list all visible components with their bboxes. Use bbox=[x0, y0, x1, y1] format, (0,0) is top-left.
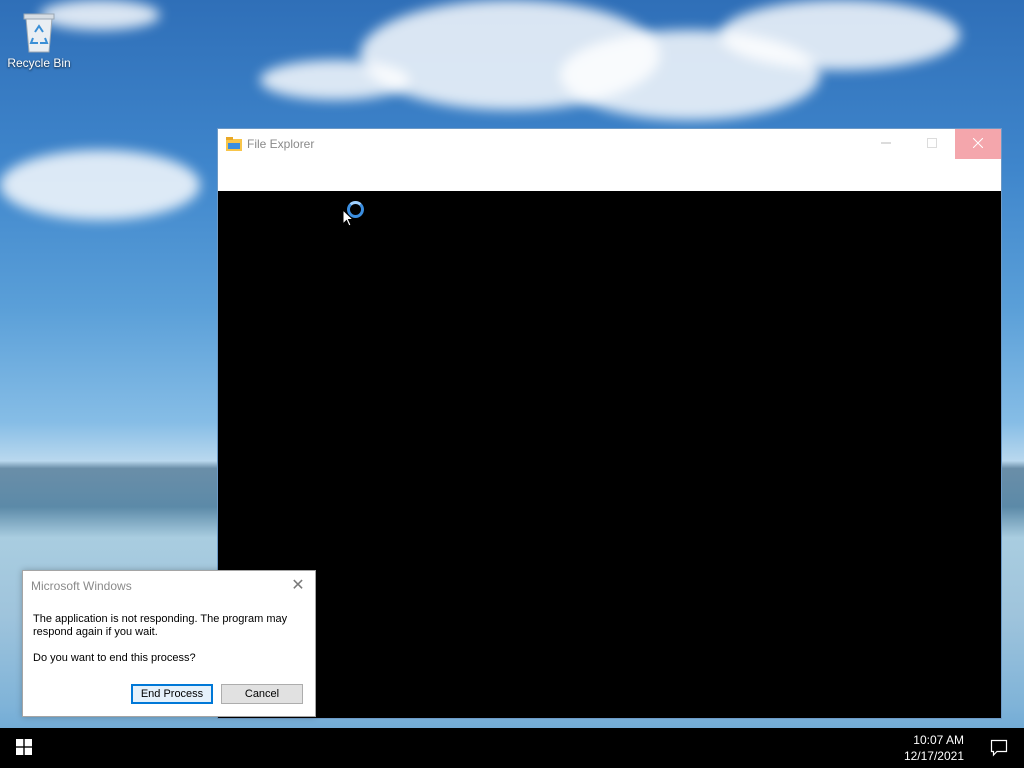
file-explorer-window[interactable]: File Explorer bbox=[217, 128, 1002, 719]
mouse-pointer-icon bbox=[342, 208, 355, 230]
close-icon: ✕ bbox=[291, 577, 305, 594]
window-content-unresponsive bbox=[218, 191, 1001, 718]
close-button[interactable] bbox=[955, 129, 1001, 159]
dialog-close-button[interactable]: ✕ bbox=[285, 573, 311, 597]
taskbar: 10:07 AM 12/17/2021 bbox=[0, 728, 1024, 768]
recycle-bin-icon bbox=[21, 10, 57, 54]
cancel-button[interactable]: Cancel bbox=[221, 684, 303, 704]
folder-icon bbox=[226, 137, 242, 151]
recycle-bin-label: Recycle Bin bbox=[7, 56, 71, 70]
action-center-button[interactable] bbox=[990, 739, 1008, 757]
system-clock[interactable]: 10:07 AM 12/17/2021 bbox=[904, 732, 964, 764]
maximize-icon bbox=[927, 137, 937, 151]
clock-time: 10:07 AM bbox=[913, 733, 964, 747]
window-titlebar[interactable]: File Explorer bbox=[218, 129, 1001, 191]
end-process-button[interactable]: End Process bbox=[131, 684, 213, 704]
action-center-icon bbox=[990, 739, 1008, 760]
maximize-button[interactable] bbox=[909, 129, 955, 159]
minimize-icon bbox=[881, 137, 891, 151]
start-button[interactable] bbox=[0, 728, 48, 768]
recycle-bin-shortcut[interactable]: Recycle Bin bbox=[6, 6, 72, 70]
close-icon bbox=[972, 137, 984, 151]
not-responding-dialog[interactable]: Microsoft Windows ✕ The application is n… bbox=[22, 570, 316, 717]
minimize-button[interactable] bbox=[863, 129, 909, 159]
clock-date: 12/17/2021 bbox=[903, 749, 964, 763]
dialog-message: The application is not responding. The p… bbox=[33, 613, 288, 638]
windows-logo-icon bbox=[16, 738, 32, 758]
dialog-title: Microsoft Windows bbox=[31, 579, 132, 593]
window-title: File Explorer bbox=[247, 137, 315, 151]
dialog-question: Do you want to end this process? bbox=[33, 652, 196, 664]
